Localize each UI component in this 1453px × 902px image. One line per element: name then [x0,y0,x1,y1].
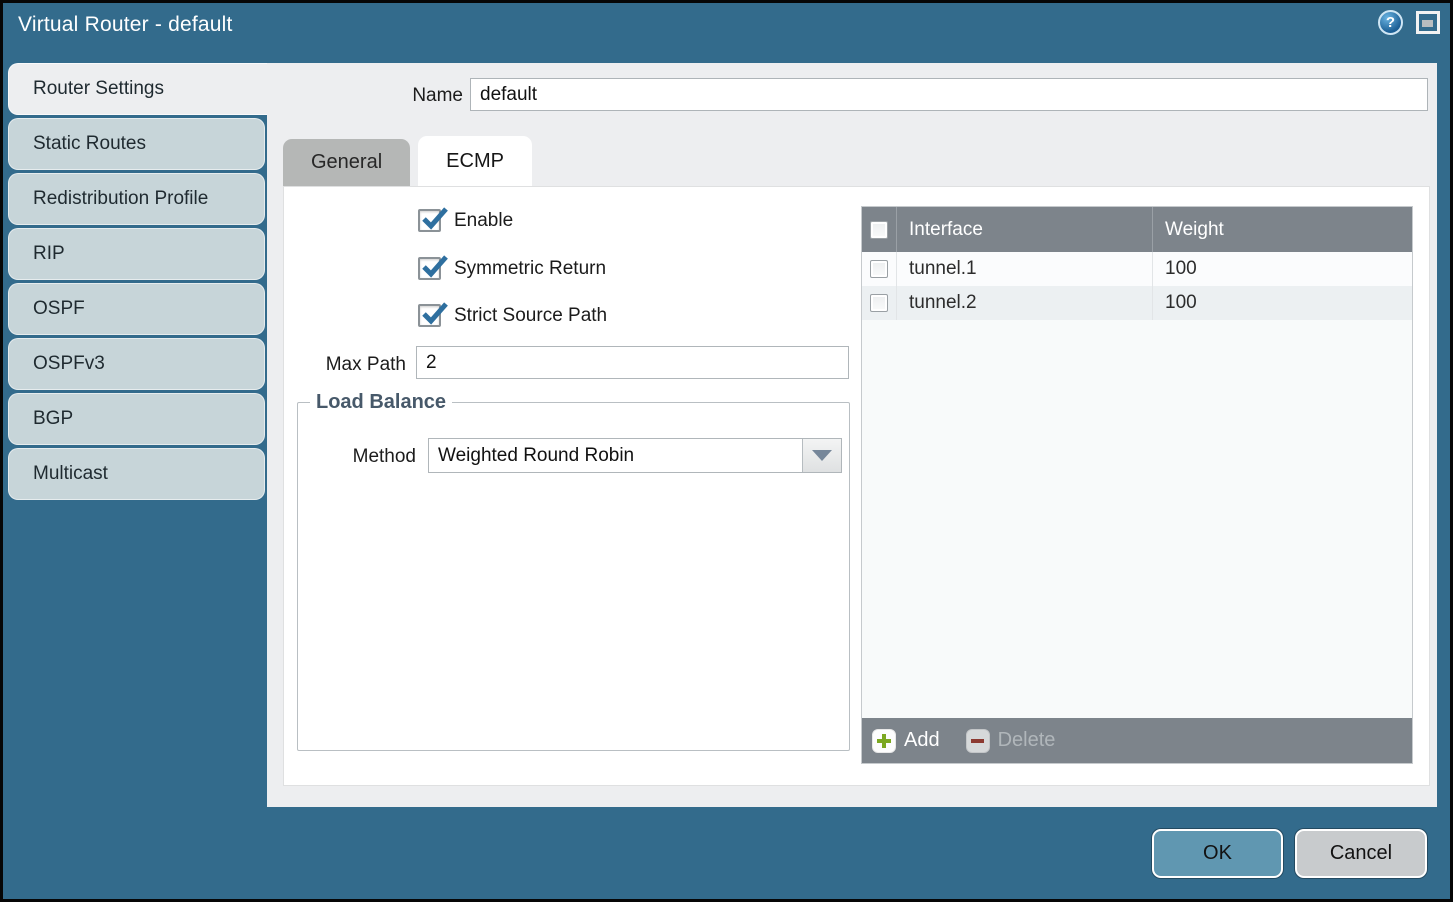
help-glyph: ? [1386,14,1395,31]
table-empty-area [862,320,1412,718]
load-balance-fieldset: Load Balance Method Weighted Round Robin [297,391,850,751]
sidebar-item-label: Static Routes [33,133,146,155]
sidebar-item-rip[interactable]: RIP [8,228,265,280]
method-dropdown-button[interactable] [802,439,841,472]
row-checkbox[interactable] [870,260,888,278]
cell-weight[interactable]: 100 [1152,252,1412,286]
sidebar-item-router-settings[interactable]: Router Settings [8,63,278,115]
symmetric-return-label: Symmetric Return [454,258,606,280]
column-header-interface[interactable]: Interface [896,207,1152,252]
help-icon[interactable]: ? [1378,10,1403,35]
sidebar-item-bgp[interactable]: BGP [8,393,265,445]
select-all-cell [862,207,896,252]
dialog-title: Virtual Router - default [18,13,233,37]
method-dropdown[interactable]: Weighted Round Robin [428,438,842,473]
row-checkbox-cell [862,286,896,320]
cell-interface[interactable]: tunnel.2 [896,286,1152,320]
interface-table: Interface Weight tunnel.1 100 tunnel.2 1… [861,206,1413,764]
interface-table-header: Interface Weight [862,207,1412,252]
name-label: Name [327,85,463,107]
virtual-router-dialog: Virtual Router - default ? Router Settin… [0,0,1453,902]
checkmark-icon [420,300,450,330]
window-restore-icon-inner [1422,20,1433,27]
add-button[interactable]: Add [872,729,940,753]
table-toolbar: Add Delete [862,718,1412,763]
sidebar-item-static-routes[interactable]: Static Routes [8,118,265,170]
load-balance-legend: Load Balance [310,391,452,414]
tab-ecmp-label: ECMP [446,150,504,173]
tab-general[interactable]: General [283,139,410,186]
strict-source-path-label: Strict Source Path [454,305,607,327]
enable-checkbox[interactable] [418,209,441,232]
enable-checkbox-row[interactable]: Enable [418,209,513,232]
ok-button[interactable]: OK [1152,829,1283,878]
symmetric-return-checkbox[interactable] [418,257,441,280]
chevron-down-icon [812,450,832,461]
sidebar-item-label: Redistribution Profile [33,188,208,210]
row-checkbox[interactable] [870,294,888,312]
symmetric-return-checkbox-row[interactable]: Symmetric Return [418,257,606,280]
sidebar-item-label: BGP [33,408,73,430]
delete-minus-icon [966,729,990,753]
main-panel: Name General ECMP Enable [267,63,1437,807]
add-button-label: Add [904,729,940,752]
select-all-checkbox[interactable] [870,221,888,239]
delete-button[interactable]: Delete [966,729,1056,753]
checkmark-icon [420,253,450,283]
sidebar-item-multicast[interactable]: Multicast [8,448,265,500]
tab-general-label: General [311,151,382,174]
method-selected-value: Weighted Round Robin [429,439,802,472]
table-row[interactable]: tunnel.1 100 [862,252,1412,286]
sidebar: Router Settings Static Routes Redistribu… [8,63,278,503]
sidebar-item-label: Multicast [33,463,108,485]
max-path-label: Max Path [284,354,406,376]
sidebar-item-ospf[interactable]: OSPF [8,283,265,335]
cell-weight[interactable]: 100 [1152,286,1412,320]
cancel-button-label: Cancel [1330,842,1392,865]
checkmark-icon [420,205,450,235]
column-header-weight[interactable]: Weight [1152,207,1412,252]
sidebar-item-label: OSPFv3 [33,353,105,375]
table-row[interactable]: tunnel.2 100 [862,286,1412,320]
tab-bar: General ECMP [283,137,532,186]
add-plus-icon [872,729,896,753]
titlebar-icons: ? [1378,10,1440,35]
sidebar-item-redistribution-profile[interactable]: Redistribution Profile [8,173,265,225]
strict-source-path-checkbox[interactable] [418,304,441,327]
name-input[interactable] [470,78,1428,111]
strict-source-path-checkbox-row[interactable]: Strict Source Path [418,304,607,327]
sidebar-item-label: OSPF [33,298,85,320]
window-restore-icon[interactable] [1416,11,1440,34]
cancel-button[interactable]: Cancel [1295,829,1427,878]
row-checkbox-cell [862,252,896,286]
enable-label: Enable [454,210,513,232]
sidebar-item-label: Router Settings [33,78,164,100]
method-label: Method [318,446,416,468]
ecmp-tab-content: Enable Symmetric Return Strict Source Pa… [283,186,1430,786]
delete-button-label: Delete [998,729,1056,752]
sidebar-item-label: RIP [33,243,65,265]
tab-ecmp[interactable]: ECMP [418,136,532,186]
ok-button-label: OK [1203,842,1232,865]
sidebar-item-ospfv3[interactable]: OSPFv3 [8,338,265,390]
cell-interface[interactable]: tunnel.1 [896,252,1152,286]
max-path-input[interactable] [416,346,849,379]
